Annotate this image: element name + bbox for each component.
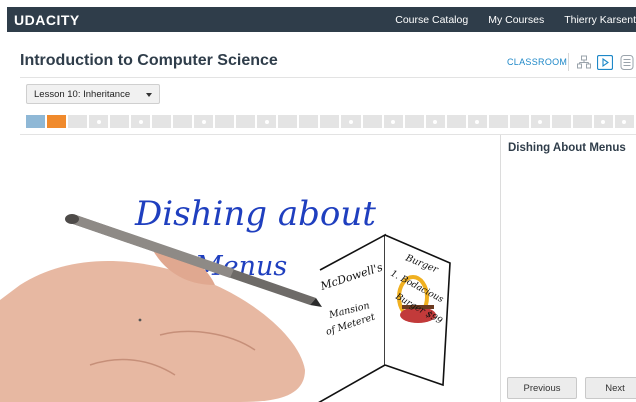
quiz-dot-icon — [433, 119, 438, 124]
progress-segment[interactable] — [531, 115, 552, 128]
progress-segment[interactable] — [510, 115, 531, 128]
whiteboard-drawing: Dishing about Menus McDowell's Mansion o… — [0, 194, 451, 402]
classroom-link[interactable]: CLASSROOM — [507, 57, 567, 67]
tree-view-icon[interactable] — [576, 54, 592, 70]
progress-segment[interactable] — [257, 115, 279, 128]
progress-segment[interactable] — [152, 115, 174, 128]
progress-segment[interactable] — [320, 115, 342, 128]
previous-button[interactable]: Previous — [507, 377, 577, 399]
udacity-logo[interactable]: UDACITY — [14, 12, 80, 28]
progress-segment[interactable] — [594, 115, 615, 128]
video-player[interactable]: Dishing about Menus McDowell's Mansion o… — [0, 135, 500, 402]
progress-segment[interactable] — [299, 115, 321, 128]
lesson-progress-bar — [26, 115, 636, 128]
progress-segment[interactable] — [194, 115, 216, 128]
notes-icon[interactable] — [619, 54, 635, 70]
progress-segment[interactable] — [68, 115, 90, 128]
quiz-dot-icon — [138, 119, 143, 124]
progress-segment[interactable] — [573, 115, 594, 128]
progress-segment[interactable] — [173, 115, 195, 128]
progress-segment[interactable] — [552, 115, 573, 128]
lesson-dropdown[interactable]: Lesson 10: Inheritance — [26, 84, 160, 104]
progress-segment[interactable] — [215, 115, 237, 128]
course-title: Introduction to Computer Science — [20, 52, 278, 69]
quiz-dot-icon — [348, 119, 353, 124]
nav-user-name[interactable]: Thierry Karsent — [564, 14, 636, 26]
progress-segment[interactable] — [363, 115, 384, 128]
progress-segment[interactable] — [131, 115, 153, 128]
quiz-dot-icon — [622, 119, 627, 124]
progress-segment[interactable] — [89, 115, 111, 128]
progress-segment[interactable] — [47, 115, 69, 128]
menu-sketch: McDowell's Mansion of Meteret Burger 1. … — [318, 233, 451, 402]
nav-course-catalog[interactable]: Course Catalog — [395, 14, 468, 26]
progress-segment[interactable] — [468, 115, 489, 128]
classroom-page: UDACITY Course Catalog My Courses Thierr… — [0, 0, 636, 402]
title-divider — [568, 53, 569, 71]
progress-segment[interactable] — [426, 115, 447, 128]
quiz-dot-icon — [391, 119, 396, 124]
lesson-dropdown-label: Lesson 10: Inheritance — [34, 88, 131, 100]
progress-segment[interactable] — [236, 115, 258, 128]
top-nav-bar: UDACITY Course Catalog My Courses Thierr… — [7, 7, 636, 32]
progress-segment[interactable] — [384, 115, 405, 128]
video-icon[interactable] — [597, 54, 613, 70]
progress-segment[interactable] — [447, 115, 468, 128]
top-nav-links: Course Catalog My Courses Thierry Karsen… — [375, 7, 636, 32]
progress-segment[interactable] — [278, 115, 300, 128]
progress-segment[interactable] — [110, 115, 132, 128]
progress-segment[interactable] — [615, 115, 636, 128]
chevron-down-icon — [146, 93, 152, 97]
progress-segment[interactable] — [405, 115, 426, 128]
progress-segment[interactable] — [26, 115, 48, 128]
quiz-dot-icon — [538, 119, 543, 124]
quiz-dot-icon — [96, 119, 101, 124]
nav-my-courses[interactable]: My Courses — [488, 14, 544, 26]
quiz-dot-icon — [475, 119, 480, 124]
whiteboard-line-1: Dishing about — [134, 194, 376, 234]
progress-segment[interactable] — [341, 115, 363, 128]
progress-segment[interactable] — [489, 115, 510, 128]
quiz-dot-icon — [264, 119, 269, 124]
quiz-dot-icon — [201, 119, 206, 124]
title-divider-line — [20, 77, 636, 78]
sidebar-title: Dishing About Menus — [508, 142, 626, 154]
quiz-dot-icon — [601, 119, 606, 124]
next-button[interactable]: Next — [585, 377, 636, 399]
sidebar-divider — [500, 135, 501, 402]
